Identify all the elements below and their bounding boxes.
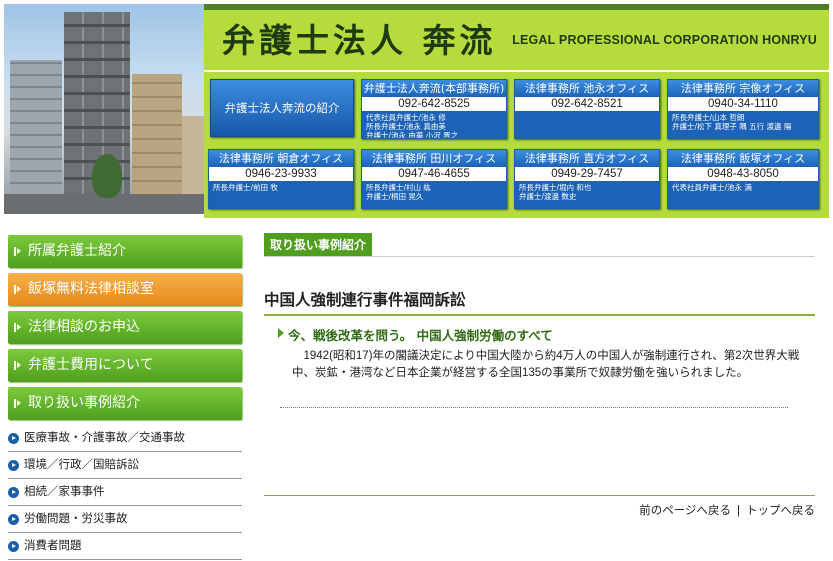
office-tel: 0946-23-9933 bbox=[209, 167, 353, 182]
office-tel: 0948-43-8050 bbox=[668, 167, 818, 182]
photo-tree bbox=[92, 154, 122, 198]
header-banner: 弁護士法人 奔流 LEGAL PROFESSIONAL CORPORATION … bbox=[204, 4, 829, 70]
nav-label: 所属弁護士紹介 bbox=[28, 243, 126, 259]
list-item[interactable]: 環境／行政／国賠訴訟 bbox=[8, 452, 242, 479]
section-header: 取り扱い事例紹介 bbox=[264, 233, 815, 257]
office-staff: 所長弁護士/前田 牧 bbox=[209, 182, 353, 208]
dotted-divider bbox=[280, 407, 788, 408]
photo-building-right bbox=[132, 74, 182, 194]
office-staff: 代表社員弁護士/池永 修 所長弁護士/池永 真由美 弁護士/池永 由華 小沢 晋… bbox=[362, 112, 506, 138]
link-separator: | bbox=[737, 505, 740, 517]
bullet-arrow-icon bbox=[8, 460, 19, 471]
office-staff: 所長弁護士/山本 哲朗 弁護士/松下 真理子 隅 五行 渡邊 陽 bbox=[668, 112, 818, 138]
bullet-arrow-icon bbox=[8, 487, 19, 498]
article-heading: 今、戦後改革を問う。 中国人強制労働のすべて bbox=[278, 325, 815, 344]
nav-fees[interactable]: 弁護士費用について bbox=[8, 349, 242, 382]
nav-apply-consultation[interactable]: 法律相談のお申込 bbox=[8, 311, 242, 344]
list-item-label: 医療事故・介護事故／交通事故 bbox=[24, 432, 185, 444]
sidebar: 所属弁護士紹介 飯塚無料法律相談室 法律相談のお申込 弁護士費用について 取り扱… bbox=[8, 235, 242, 560]
office-tel: 0940-34-1110 bbox=[668, 97, 818, 112]
office-name: 法律事務所 直方オフィス bbox=[515, 150, 659, 167]
office-name: 法律事務所 宗像オフィス bbox=[668, 80, 818, 97]
article-heading-text: 今、戦後改革を問う。 中国人強制労働のすべて bbox=[288, 328, 553, 343]
site-logo-title[interactable]: 弁護士法人 奔流 bbox=[222, 14, 497, 62]
photo-building-far bbox=[182, 116, 204, 194]
office-name: 法律事務所 朝倉オフィス bbox=[209, 150, 353, 167]
nav-free-consultation[interactable]: 飯塚無料法律相談室 bbox=[8, 273, 242, 306]
site-subtitle: LEGAL PROFESSIONAL CORPORATION HONRYU bbox=[512, 33, 817, 47]
page-title: 中国人強制連行事件福岡訴訟 bbox=[264, 288, 815, 316]
office-card-ikenaga[interactable]: 法律事務所 池永オフィス 092-642-8521 bbox=[514, 79, 660, 139]
nav-lawyers[interactable]: 所属弁護士紹介 bbox=[8, 235, 242, 268]
main-content: 取り扱い事例紹介 中国人強制連行事件福岡訴訟 今、戦後改革を問う。 中国人強制労… bbox=[264, 233, 815, 517]
nav-case-examples[interactable]: 取り扱い事例紹介 bbox=[8, 387, 242, 420]
article-body: 1942(昭和17)年の閣議決定により中国大陸から約4万人の中国人が強制連行され… bbox=[292, 350, 800, 379]
office-card-honbu[interactable]: 弁護士法人奔流(本部事務所) 092-642-8525 代表社員弁護士/池永 修… bbox=[361, 79, 507, 139]
arrow-icon bbox=[14, 323, 21, 332]
list-item[interactable]: 医療事故・介護事故／交通事故 bbox=[8, 425, 242, 452]
office-card-asakura[interactable]: 法律事務所 朝倉オフィス 0946-23-9933 所長弁護士/前田 牧 bbox=[208, 149, 354, 209]
office-tel: 092-642-8525 bbox=[362, 97, 506, 112]
footer-links: 前のページへ戻る | トップへ戻る bbox=[639, 502, 815, 518]
office-name: 弁護士法人奔流(本部事務所) bbox=[362, 80, 506, 97]
building-photo bbox=[4, 4, 204, 214]
arrow-icon bbox=[14, 285, 21, 294]
bullet-arrow-icon bbox=[8, 514, 19, 525]
arrow-icon bbox=[14, 361, 21, 370]
list-item-label: 労働問題・労災事故 bbox=[24, 513, 128, 525]
office-staff: 代表社員弁護士/池永 満 bbox=[668, 182, 818, 208]
top-page-link[interactable]: トップへ戻る bbox=[746, 505, 815, 517]
office-card-munakata[interactable]: 法律事務所 宗像オフィス 0940-34-1110 所長弁護士/山本 哲朗 弁護… bbox=[667, 79, 819, 139]
list-item-label: 環境／行政／国賠訴訟 bbox=[24, 459, 139, 471]
office-name: 法律事務所 池永オフィス bbox=[515, 80, 659, 97]
nav-label: 取り扱い事例紹介 bbox=[28, 395, 140, 411]
list-item-label: 相続／家事事件 bbox=[24, 486, 105, 498]
arrow-icon bbox=[14, 247, 21, 256]
section-tag: 取り扱い事例紹介 bbox=[264, 233, 373, 256]
triangle-icon bbox=[278, 328, 284, 338]
intro-button[interactable]: 弁護士法人奔流の紹介 bbox=[210, 79, 354, 137]
nav-label: 飯塚無料法律相談室 bbox=[28, 281, 154, 297]
list-item[interactable]: 相続／家事事件 bbox=[8, 479, 242, 506]
office-card-nogata[interactable]: 法律事務所 直方オフィス 0949-29-7457 所長弁護士/堀内 和也 弁護… bbox=[514, 149, 660, 209]
list-item[interactable]: 消費者問題 bbox=[8, 533, 242, 560]
office-name: 法律事務所 田川オフィス bbox=[362, 150, 506, 167]
office-tel: 092-642-8521 bbox=[515, 97, 659, 112]
office-staff bbox=[515, 112, 659, 138]
nav-label: 法律相談のお申込 bbox=[28, 319, 140, 335]
office-staff: 所長弁護士/村山 紘 弁護士/柄田 晃久 bbox=[362, 182, 506, 208]
office-tel: 0947-46-4655 bbox=[362, 167, 506, 182]
office-card-iizuka[interactable]: 法律事務所 飯塚オフィス 0948-43-8050 代表社員弁護士/池永 満 bbox=[667, 149, 819, 209]
office-card-tagawa[interactable]: 法律事務所 田川オフィス 0947-46-4655 所長弁護士/村山 紘 弁護士… bbox=[361, 149, 507, 209]
office-staff: 所長弁護士/堀内 和也 弁護士/渡邊 数史 bbox=[515, 182, 659, 208]
list-item[interactable]: 労働問題・労災事故 bbox=[8, 506, 242, 533]
case-category-list: 医療事故・介護事故／交通事故 環境／行政／国賠訴訟 相続／家事事件 労働問題・労… bbox=[8, 425, 242, 560]
nav-label: 弁護士費用について bbox=[28, 357, 154, 373]
bullet-arrow-icon bbox=[8, 433, 19, 444]
office-name: 法律事務所 飯塚オフィス bbox=[668, 150, 818, 167]
office-tel: 0949-29-7457 bbox=[515, 167, 659, 182]
office-panel: 弁護士法人奔流の紹介 弁護士法人奔流(本部事務所) 092-642-8525 代… bbox=[204, 72, 829, 218]
prev-page-link[interactable]: 前のページへ戻る bbox=[639, 505, 731, 517]
list-item-label: 消費者問題 bbox=[24, 540, 82, 552]
bullet-arrow-icon bbox=[8, 541, 19, 552]
photo-building-left bbox=[10, 60, 62, 194]
footer-divider bbox=[264, 495, 815, 496]
site-header: 弁護士法人 奔流 LEGAL PROFESSIONAL CORPORATION … bbox=[0, 0, 833, 218]
arrow-icon bbox=[14, 399, 21, 408]
